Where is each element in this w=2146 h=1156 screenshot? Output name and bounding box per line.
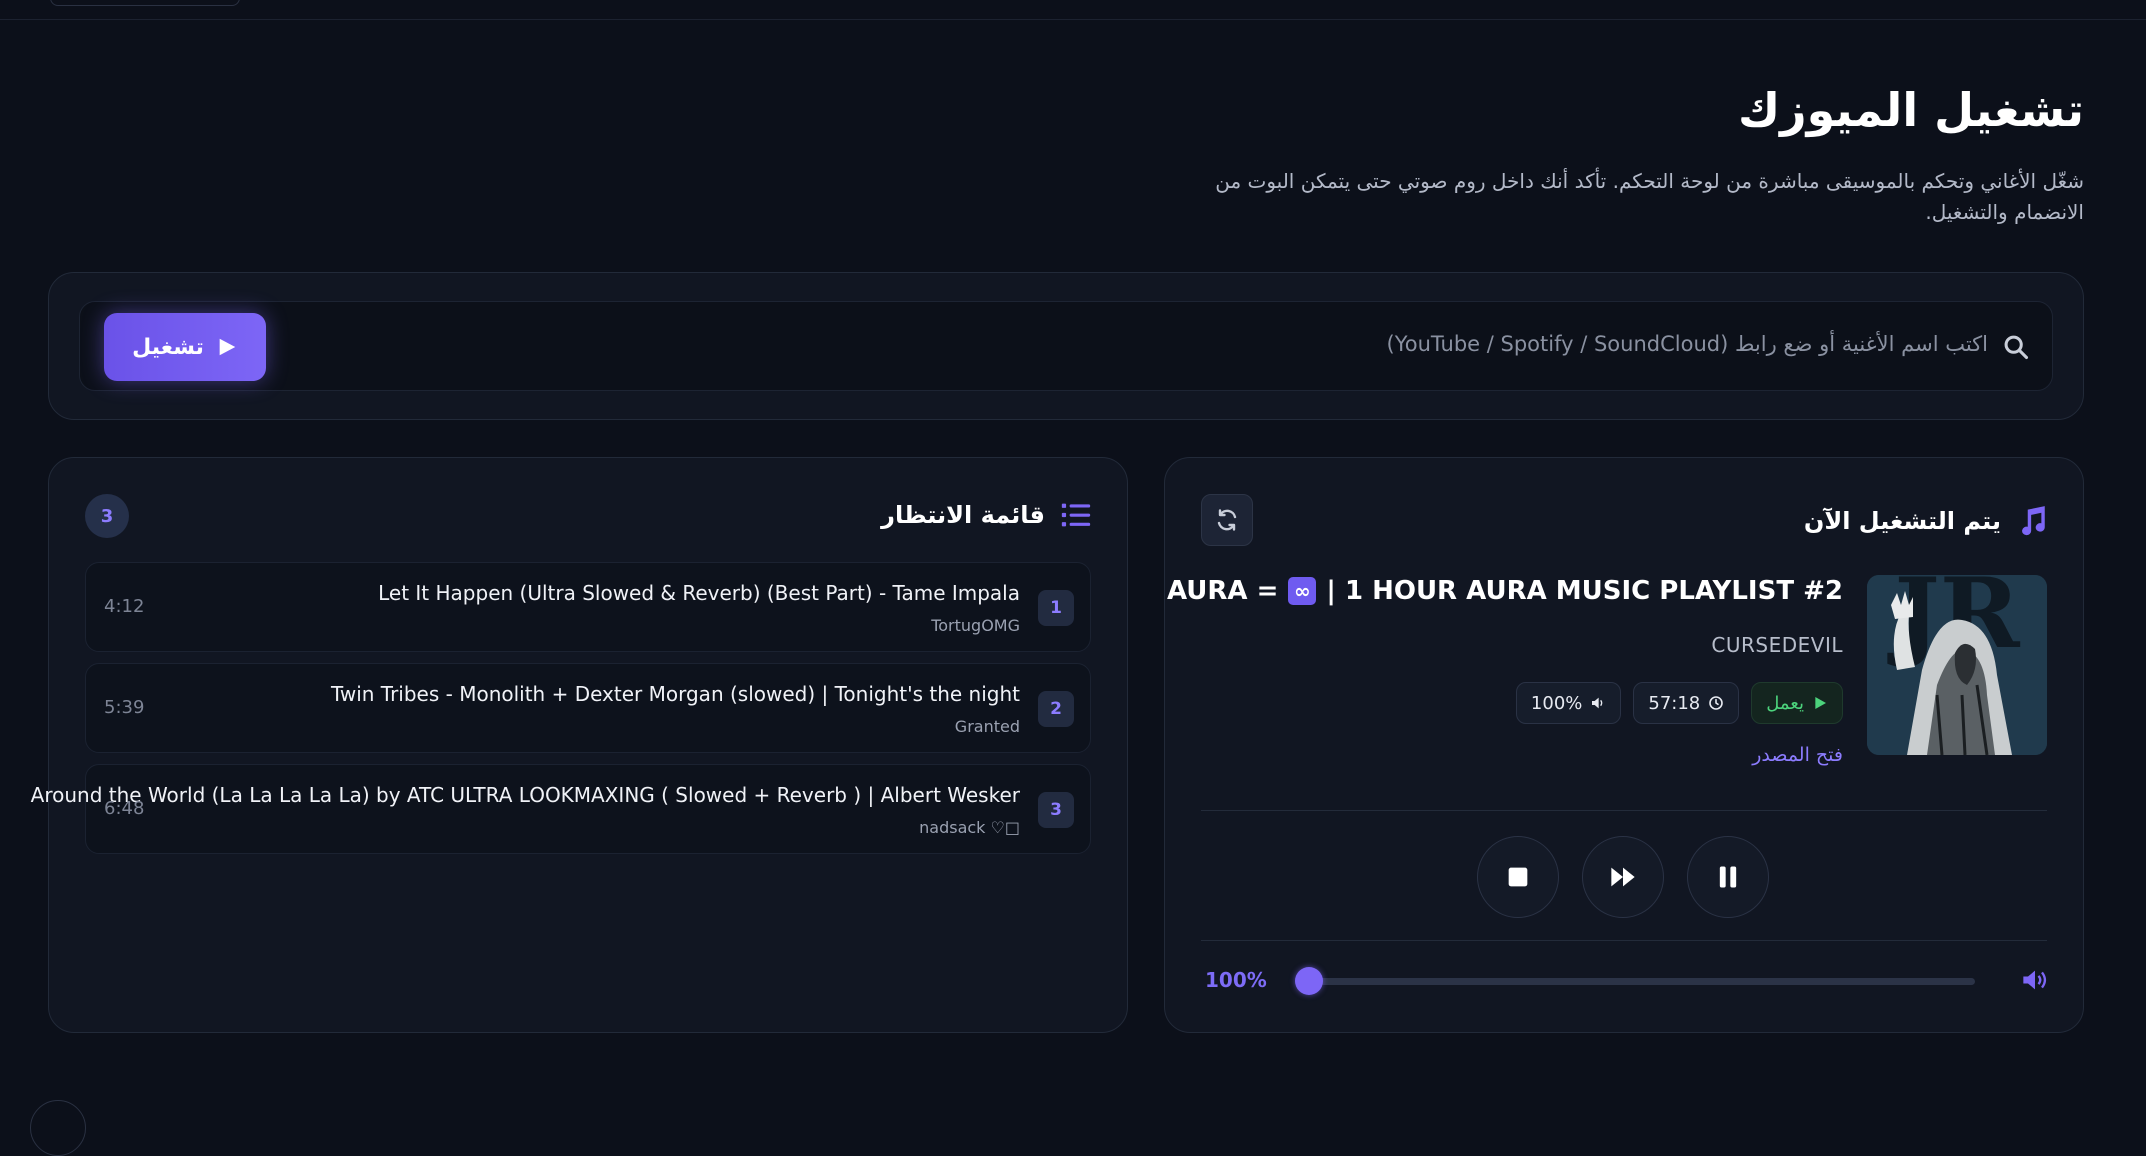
clock-icon	[1709, 696, 1724, 710]
volume-icon	[1592, 697, 1603, 709]
queue-card: قائمة الانتظار 3 1 Let It Happen (Ultra …	[31, 457, 1128, 1033]
pause-icon	[1719, 866, 1737, 888]
refresh-button[interactable]	[1201, 494, 1253, 546]
search-bar[interactable]: اكتب اسم الأغنية أو ضع رابط (YouTube / S…	[79, 301, 2053, 391]
queue-item[interactable]: 2 Twin Tribes - Monolith + Dexter Morgan…	[85, 663, 1091, 753]
queue-item-duration: 5:39	[104, 697, 145, 718]
now-playing-title: يتم التشغيل الآن	[1803, 507, 2001, 535]
volume-badge: 100%	[1515, 682, 1622, 724]
elapsed-badge: 57:18	[1633, 682, 1740, 724]
play-icon	[1815, 697, 1826, 709]
top-bar	[0, 0, 2146, 20]
queue-item[interactable]: 1 Let It Happen (Ultra Slowed & Reverb) …	[85, 562, 1091, 652]
fast-forward-icon	[1611, 867, 1635, 887]
corner-button[interactable]	[30, 1100, 86, 1156]
track-title: AURA = ∞ | 1 HOUR AURA MUSIC PLAYLIST #2	[1167, 576, 1843, 606]
queue-header: قائمة الانتظار	[881, 498, 1093, 532]
play-icon	[219, 338, 236, 356]
page-description: شغّل الأغاني وتحكم بالموسيقى مباشرة من ل…	[1215, 169, 2084, 224]
list-icon	[1061, 503, 1091, 527]
volume-slider[interactable]	[1295, 967, 1975, 995]
search-card: اكتب اسم الأغنية أو ضع رابط (YouTube / S…	[48, 272, 2084, 420]
queue-item-title: Around the World (La La La La La) by ATC…	[30, 783, 1020, 807]
album-art: JR	[1867, 575, 2047, 755]
top-bar-tab[interactable]	[50, 0, 240, 6]
pause-button[interactable]	[1687, 836, 1769, 918]
queue-count-badge: 3	[85, 494, 129, 538]
track-artist: CURSEDEVIL	[1711, 633, 1843, 657]
page-title: تشغيل الميوزك	[1737, 83, 2084, 137]
now-playing-card: يتم التشغيل الآن JR AURA = ∞ | 1 HOUR AU…	[1164, 457, 2084, 1033]
divider	[1201, 810, 2047, 811]
queue-item-title: Let It Happen (Ultra Slowed & Reverb) (B…	[378, 581, 1020, 605]
track-title-suffix: | 1 HOUR AURA MUSIC PLAYLIST #2	[1326, 576, 1843, 606]
queue-item-number: 1	[1038, 590, 1074, 626]
track-badges: يعمل 57:18 100%	[1515, 682, 1843, 724]
queue-item-number: 3	[1038, 792, 1074, 828]
volume-icon[interactable]	[2021, 966, 2049, 994]
open-source-link[interactable]: فتح المصدر	[1752, 744, 1843, 766]
music-note-icon	[2022, 506, 2045, 536]
volume-slider-thumb[interactable]	[1295, 967, 1323, 995]
play-button-label: تشغيل	[132, 334, 204, 360]
page-header: تشغيل الميوزك شغّل الأغاني وتحكم بالموسي…	[784, 78, 2084, 228]
status-label: يعمل	[1766, 692, 1804, 714]
queue-item-duration: 4:12	[104, 596, 145, 617]
skip-button[interactable]	[1582, 836, 1664, 918]
refresh-icon	[1217, 509, 1237, 531]
queue-item-artist: TortugOMG	[931, 616, 1020, 635]
infinity-icon: ∞	[1288, 577, 1317, 605]
play-button[interactable]: تشغيل	[104, 313, 266, 381]
volume-percent: 100%	[1205, 968, 1267, 992]
divider	[1201, 940, 2047, 941]
stop-button[interactable]	[1477, 836, 1559, 918]
queue-item-artist: nadsack ♡□	[919, 818, 1020, 837]
queue-title: قائمة الانتظار	[881, 501, 1045, 529]
search-input[interactable]: اكتب اسم الأغنية أو ضع رابط (YouTube / S…	[1387, 332, 1989, 356]
status-badge: يعمل	[1751, 682, 1843, 724]
elapsed-time: 57:18	[1648, 692, 1701, 714]
search-icon	[2004, 335, 2029, 360]
volume-badge-value: 100%	[1530, 692, 1583, 714]
track-title-prefix: AURA =	[1166, 576, 1279, 606]
queue-item-title: Twin Tribes - Monolith + Dexter Morgan (…	[330, 682, 1020, 706]
queue-item-duration: 6:48	[104, 798, 145, 819]
queue-item-number: 2	[1038, 691, 1074, 727]
stop-icon	[1508, 867, 1528, 887]
now-playing-header: يتم التشغيل الآن	[1804, 504, 2049, 538]
queue-item[interactable]: 3 Around the World (La La La La La) by A…	[31, 764, 1091, 854]
queue-item-artist: Granted	[954, 717, 1020, 736]
